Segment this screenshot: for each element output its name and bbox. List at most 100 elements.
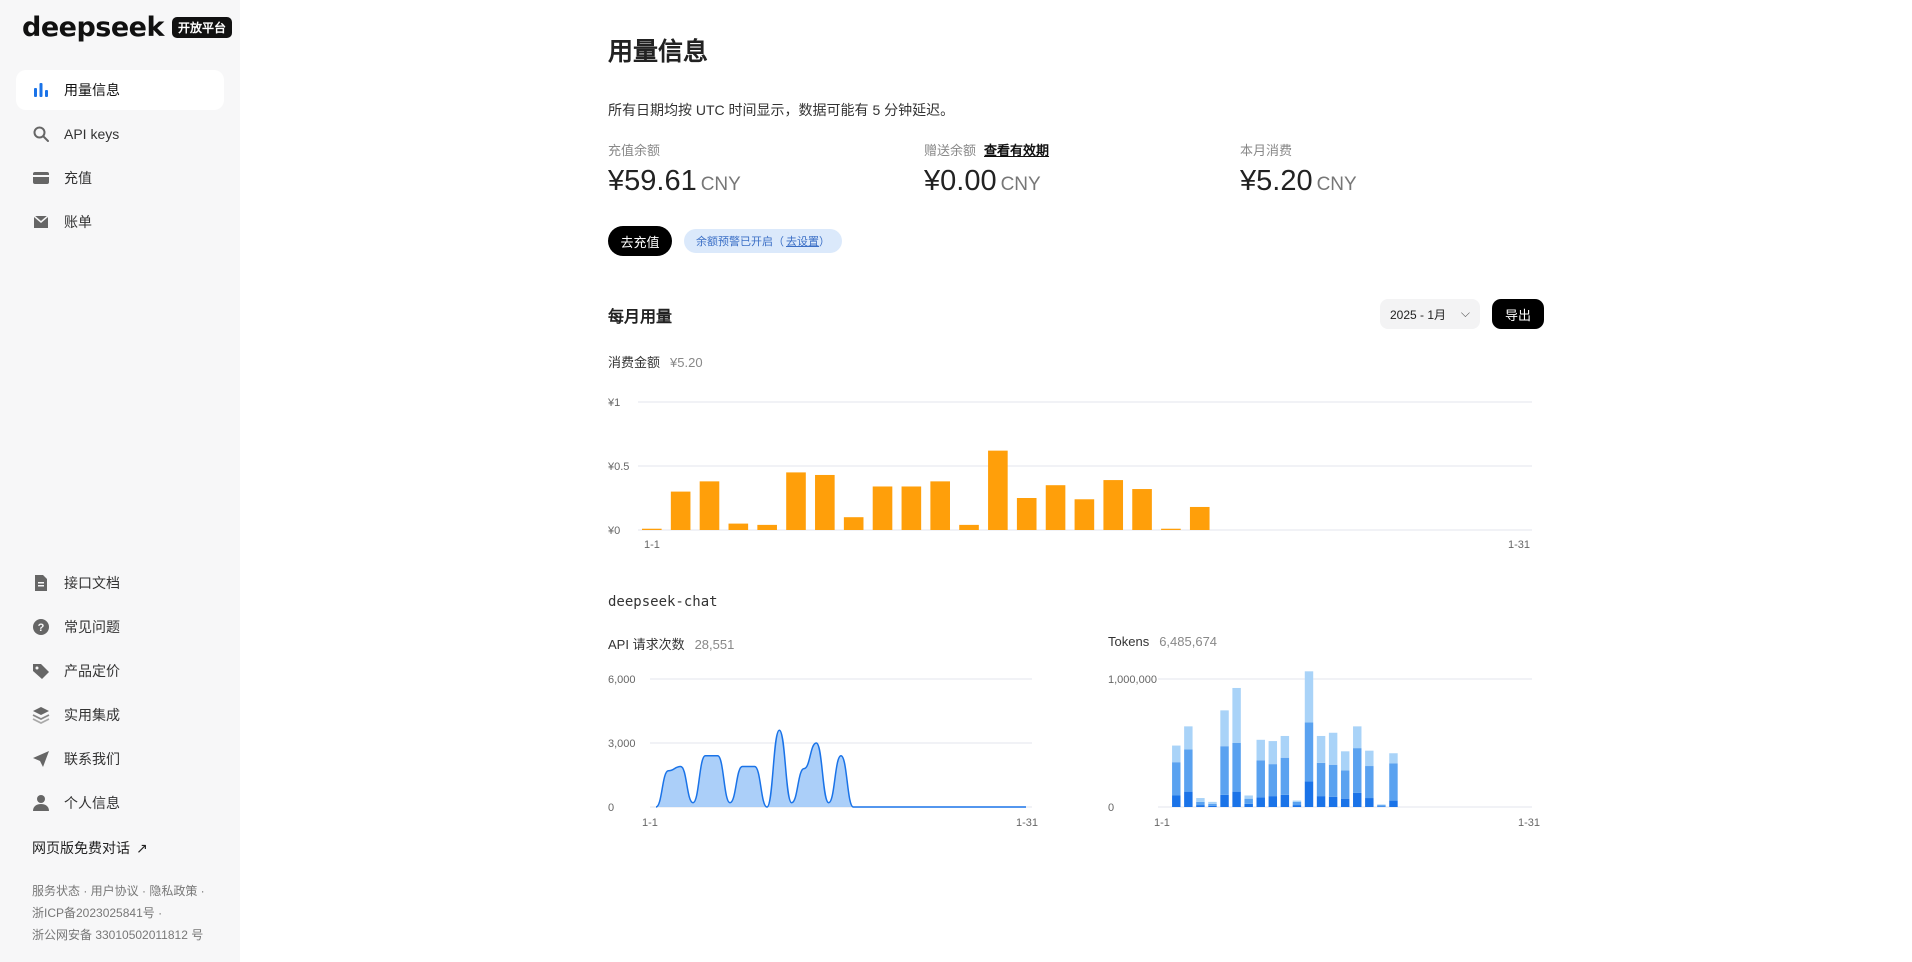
sidebar: deepseek 开放平台 用量信息 API keys 充值 账单 接口文档 ?… xyxy=(0,0,240,962)
balance-alert-badge: 余额预警已开启（ 去设置） xyxy=(684,229,842,253)
tokens-bar-segment xyxy=(1172,795,1181,807)
logo-text: deepseek xyxy=(22,12,164,43)
spend-chart: ¥0 ¥0.5 ¥1 1-1 1-31 xyxy=(608,397,1532,550)
tokens-bar-segment xyxy=(1280,735,1290,758)
spend-bar xyxy=(959,524,979,530)
tokens-bar-segment xyxy=(1172,745,1181,763)
balance-gift: 赠送余额 查看有效期 ¥0.00 CNY xyxy=(924,140,1049,198)
month-select[interactable]: 2025 - 1月 ⌵ xyxy=(1380,299,1480,329)
tokens-bar-segment xyxy=(1353,726,1362,749)
tokens-bar-segment xyxy=(1340,770,1350,799)
spend-bar xyxy=(815,474,835,530)
y-tick-label: 6,000 xyxy=(608,674,636,686)
requests-label: API 请求次数 xyxy=(608,637,685,652)
tokens-bar-segment xyxy=(1340,751,1350,771)
balance-amount: ¥0.00 CNY xyxy=(924,165,1049,198)
tag-icon xyxy=(32,662,50,680)
x-tick-label: 1-1 xyxy=(644,539,660,550)
footer-line[interactable]: 服务状态 · 用户协议 · 隐私政策 · xyxy=(32,880,222,902)
tokens-bar-segment xyxy=(1316,735,1326,763)
tokens-bar-segment xyxy=(1208,803,1217,806)
amount-value: ¥0.00 xyxy=(924,165,997,197)
svg-text:?: ? xyxy=(38,622,45,634)
sidebar-item-contact[interactable]: 联系我们 xyxy=(16,739,224,779)
tokens-bar-segment xyxy=(1232,687,1241,743)
month-value: 2025 - 1月 xyxy=(1390,307,1447,322)
spend-bar xyxy=(988,450,1008,530)
tokens-bar-segment xyxy=(1340,798,1350,807)
amount-value: ¥5.20 xyxy=(1240,165,1313,197)
spend-bar xyxy=(786,472,806,530)
sidebar-item-api-keys[interactable]: API keys xyxy=(16,114,224,154)
y-tick-label: ¥0.5 xyxy=(608,461,629,473)
nav-bottom: 接口文档 ? 常见问题 产品定价 实用集成 联系我们 个人信息 xyxy=(16,563,224,827)
document-icon xyxy=(32,574,50,592)
tokens-bar-segment xyxy=(1316,796,1326,807)
external-arrow-icon: ↗ xyxy=(136,839,148,856)
sidebar-item-integrations[interactable]: 实用集成 xyxy=(16,695,224,735)
footer-line[interactable]: 浙ICP备2023025841号 · xyxy=(32,902,222,924)
view-validity-link[interactable]: 查看有效期 xyxy=(984,140,1049,159)
layers-icon xyxy=(32,706,50,724)
sidebar-item-pricing[interactable]: 产品定价 xyxy=(16,651,224,691)
search-icon xyxy=(32,125,50,143)
tokens-bar-segment xyxy=(1184,726,1193,750)
amount-value: ¥59.61 xyxy=(608,165,697,197)
sidebar-item-docs[interactable]: 接口文档 xyxy=(16,563,224,603)
balance-label: 赠送余额 xyxy=(924,143,977,158)
tokens-bar-segment xyxy=(1208,801,1217,804)
requests-chart: 0 3,000 6,000 1-1 1-31 xyxy=(608,674,1038,828)
requests-label-row: API 请求次数 28,551 xyxy=(608,634,734,653)
web-chat-link[interactable]: 网页版免费对话 ↗ xyxy=(32,838,148,858)
card-icon xyxy=(32,169,50,187)
balance-label: 本月消费 xyxy=(1240,143,1293,158)
tokens-bar-segment xyxy=(1184,791,1193,807)
logo[interactable]: deepseek 开放平台 xyxy=(22,12,232,43)
send-icon xyxy=(32,750,50,768)
sidebar-item-usage[interactable]: 用量信息 xyxy=(16,70,224,110)
tokens-bar-segment xyxy=(1220,794,1229,807)
x-tick-label: 1-31 xyxy=(1016,817,1038,828)
sidebar-item-recharge[interactable]: 充值 xyxy=(16,158,224,198)
tokens-bar-segment xyxy=(1256,797,1265,807)
balance-recharge: 充值余额 ¥59.61 CNY xyxy=(608,140,741,198)
currency-unit: CNY xyxy=(1316,174,1357,195)
tokens-bar-segment xyxy=(1389,753,1398,764)
sidebar-item-label: 充值 xyxy=(64,170,92,186)
tokens-bar-segment xyxy=(1304,671,1314,723)
sidebar-item-bills[interactable]: 账单 xyxy=(16,202,224,242)
sidebar-item-label: 用量信息 xyxy=(64,82,120,98)
recharge-button[interactable]: 去充值 xyxy=(608,226,672,256)
y-tick-label: ¥0 xyxy=(608,525,620,537)
alert-settings-link[interactable]: 去设置 xyxy=(786,233,819,249)
spend-bar xyxy=(930,481,950,530)
nav-top: 用量信息 API keys 充值 账单 xyxy=(16,70,224,246)
y-tick-label: 0 xyxy=(608,802,614,814)
tokens-bar-segment xyxy=(1268,796,1278,807)
spend-label-row: 消费金额 ¥5.20 xyxy=(608,352,703,371)
footer-line[interactable]: 浙公网安备 33010502011812 号 xyxy=(32,924,222,946)
tokens-bar-segment xyxy=(1280,757,1290,795)
sidebar-item-label: 联系我们 xyxy=(64,751,120,767)
tokens-bar-segment xyxy=(1377,804,1386,806)
help-icon: ? xyxy=(32,618,50,636)
sidebar-item-profile[interactable]: 个人信息 xyxy=(16,783,224,823)
platform-badge: 开放平台 xyxy=(171,17,232,38)
tokens-bar-segment xyxy=(1172,762,1181,796)
sidebar-item-label: 常见问题 xyxy=(64,619,120,635)
sidebar-item-label: 产品定价 xyxy=(64,663,120,679)
tokens-bar-segment xyxy=(1244,803,1253,807)
spend-bar xyxy=(872,486,893,530)
tokens-bar-segment xyxy=(1365,798,1374,807)
sidebar-item-label: 接口文档 xyxy=(64,575,120,591)
tokens-bar-segment xyxy=(1184,749,1193,792)
spend-bar xyxy=(1103,480,1124,530)
sidebar-item-faq[interactable]: ? 常见问题 xyxy=(16,607,224,647)
tokens-bar-segment xyxy=(1196,801,1205,806)
tokens-bar-segment xyxy=(1365,750,1374,767)
export-button[interactable]: 导出 xyxy=(1492,299,1544,329)
monthly-usage-title: 每月用量 xyxy=(608,309,673,326)
tokens-bar-segment xyxy=(1304,781,1314,807)
tokens-bar-segment xyxy=(1292,801,1302,806)
tokens-bar-segment xyxy=(1232,743,1241,792)
